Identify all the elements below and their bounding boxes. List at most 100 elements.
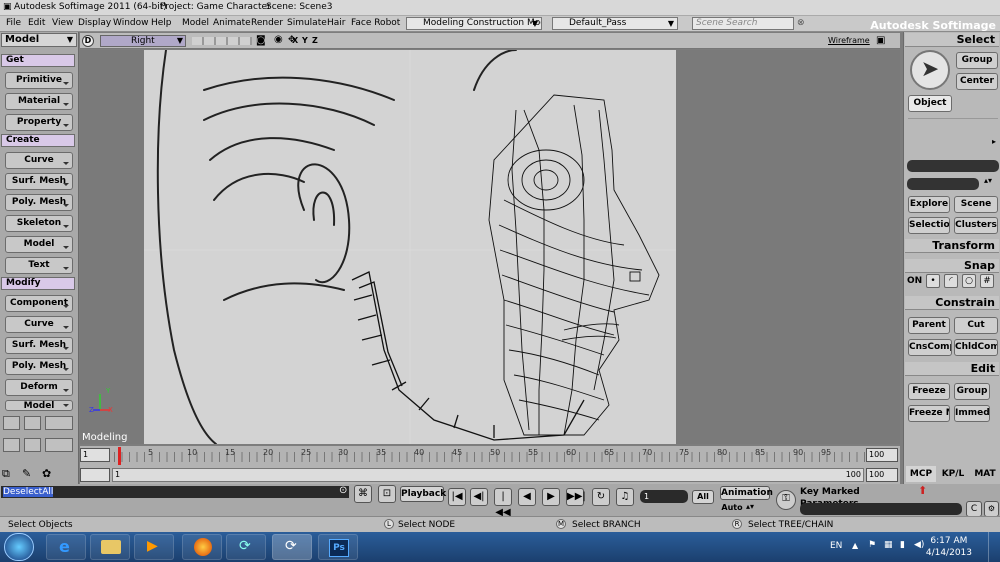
menu-model[interactable]: Model: [182, 18, 209, 28]
clusters-button[interactable]: Clusters: [954, 217, 998, 234]
network-icon[interactable]: ▦: [884, 540, 893, 550]
get-property-button[interactable]: Property: [5, 114, 73, 131]
cnscomp-button[interactable]: CnsComp: [908, 339, 952, 356]
menu-animate[interactable]: Animate: [213, 18, 251, 28]
snap-surface-icon[interactable]: ○: [962, 274, 976, 288]
prev-key-icon[interactable]: ◀|: [470, 488, 488, 506]
play-forward-icon[interactable]: ▶: [542, 488, 560, 506]
column-layout-icon[interactable]: [24, 438, 41, 452]
search-clear-icon[interactable]: ⊗: [797, 18, 805, 28]
get-material-button[interactable]: Material: [5, 93, 73, 110]
internet-explorer-icon[interactable]: e: [46, 534, 86, 560]
cut-button[interactable]: Cut: [954, 317, 998, 334]
key-red-icon[interactable]: ⬆: [918, 484, 927, 497]
modify-component-button[interactable]: Component: [5, 295, 73, 312]
playback-menu-button[interactable]: Playback: [400, 486, 446, 502]
object-select-button[interactable]: Object: [908, 95, 952, 112]
selection-button[interactable]: Selection: [908, 217, 950, 234]
create-poly-mesh-button[interactable]: Poly. Mesh: [5, 194, 73, 211]
pass-select[interactable]: Default_Pass ▼: [552, 17, 678, 30]
select-filter-dropdown[interactable]: ▸: [908, 135, 998, 149]
start-frame-field[interactable]: 1: [80, 448, 110, 462]
split-view-icon[interactable]: [24, 416, 41, 430]
group-button[interactable]: Group: [954, 383, 990, 400]
view-presets-icon[interactable]: [192, 37, 252, 45]
menu-display[interactable]: Display: [78, 18, 111, 28]
menu-face-robot[interactable]: Face Robot: [351, 18, 400, 28]
panel-layout-icon[interactable]: [45, 438, 73, 452]
tab-kpl[interactable]: KP/L: [938, 466, 968, 482]
maximize-viewport-icon[interactable]: ▣: [876, 35, 885, 46]
menu-view[interactable]: View: [52, 18, 73, 28]
menu-render[interactable]: Render: [251, 18, 283, 28]
command-dropdown-icon[interactable]: ⊙: [339, 485, 347, 496]
rewind-icon[interactable]: |◀◀: [494, 488, 512, 518]
loop-icon[interactable]: ↻: [592, 488, 610, 506]
photoshop-icon[interactable]: Ps: [318, 534, 358, 560]
get-primitive-button[interactable]: Primitive: [5, 72, 73, 89]
audio-icon[interactable]: ♫: [616, 488, 634, 506]
viewport-letter-icon[interactable]: D: [82, 35, 94, 47]
softimage-icon[interactable]: ⟳: [226, 534, 266, 560]
axis-x-button[interactable]: X: [292, 36, 298, 45]
media-player-icon[interactable]: ▶: [134, 534, 174, 560]
modify-surf-mesh-button[interactable]: Surf. Mesh: [5, 337, 73, 354]
show-desktop-button[interactable]: [988, 532, 1000, 562]
windows-start-icon[interactable]: [4, 533, 34, 561]
range-end-field[interactable]: 100: [866, 468, 898, 482]
freeze-button[interactable]: Freeze: [908, 383, 950, 400]
modify-model-button[interactable]: Model: [5, 400, 73, 411]
script-editor-icon[interactable]: ⌘: [354, 485, 372, 503]
brush-icon[interactable]: ✎: [22, 467, 31, 480]
grid-layout-icon[interactable]: [3, 438, 20, 452]
display-mode-select[interactable]: Wireframe: [828, 36, 870, 45]
construction-mode-select[interactable]: Modeling Construction Mode ▼: [406, 17, 542, 30]
snap-point-icon[interactable]: •: [926, 274, 940, 288]
parent-button[interactable]: Parent: [908, 317, 950, 334]
softimage-icon-2[interactable]: ⟳: [272, 534, 312, 560]
tab-mcp[interactable]: MCP: [906, 466, 936, 482]
signal-icon[interactable]: ▮: [900, 540, 905, 550]
center-select-button[interactable]: Center: [956, 73, 998, 90]
current-frame-field[interactable]: 1: [640, 490, 688, 503]
layers-icon[interactable]: ⧉: [2, 467, 10, 481]
modify-curve-button[interactable]: Curve: [5, 316, 73, 333]
flag-icon[interactable]: ⚑: [868, 540, 876, 550]
range-start-field[interactable]: [80, 468, 110, 482]
snap-grid-icon[interactable]: #: [980, 274, 994, 288]
selection-field-2[interactable]: [907, 178, 979, 190]
firefox-icon[interactable]: [182, 534, 222, 560]
modify-poly-mesh-button[interactable]: Poly. Mesh: [5, 358, 73, 375]
create-model-button[interactable]: Model: [5, 236, 73, 253]
fast-forward-icon[interactable]: ▶▶|: [566, 488, 586, 506]
create-curve-button[interactable]: Curve: [5, 152, 73, 169]
timeline-playhead[interactable]: [118, 447, 121, 465]
key-icon[interactable]: ⚿: [776, 490, 796, 510]
volume-icon[interactable]: ◀): [914, 540, 924, 550]
tab-mat[interactable]: MAT: [970, 466, 1000, 482]
eye-icon[interactable]: ◉: [274, 34, 283, 45]
viewport-canvas[interactable]: Y Z X: [80, 49, 900, 445]
animation-menu-button[interactable]: Animation: [720, 486, 773, 500]
auto-key-button[interactable]: Auto: [720, 502, 744, 514]
all-button[interactable]: All: [692, 490, 714, 504]
menu-hair[interactable]: Hair: [327, 18, 345, 28]
gear-icon[interactable]: ⚙: [984, 501, 999, 517]
spin-icon[interactable]: ▴▾: [984, 176, 992, 185]
play-backward-icon[interactable]: ◀: [518, 488, 536, 506]
view-select[interactable]: Right ▼: [100, 35, 186, 47]
material-icon[interactable]: ✿: [42, 467, 51, 480]
file-explorer-icon[interactable]: [90, 534, 130, 560]
lock-icon[interactable]: ⊡: [378, 485, 396, 503]
snap-on-toggle[interactable]: ON: [907, 276, 922, 286]
constrain-header[interactable]: Constrain: [905, 296, 999, 310]
menu-file[interactable]: File: [6, 18, 21, 28]
select-arrow-icon[interactable]: ➤: [910, 50, 950, 90]
menu-simulate[interactable]: Simulate: [287, 18, 327, 28]
key-marked-parameters-button[interactable]: Key Marked Parameters: [800, 486, 910, 509]
scene-button[interactable]: Scene: [954, 196, 998, 213]
layout-icon[interactable]: [45, 416, 73, 430]
snap-header[interactable]: Snap: [905, 259, 999, 273]
command-line[interactable]: DeselectAll: [1, 486, 349, 498]
axis-z-button[interactable]: Z: [312, 36, 318, 45]
